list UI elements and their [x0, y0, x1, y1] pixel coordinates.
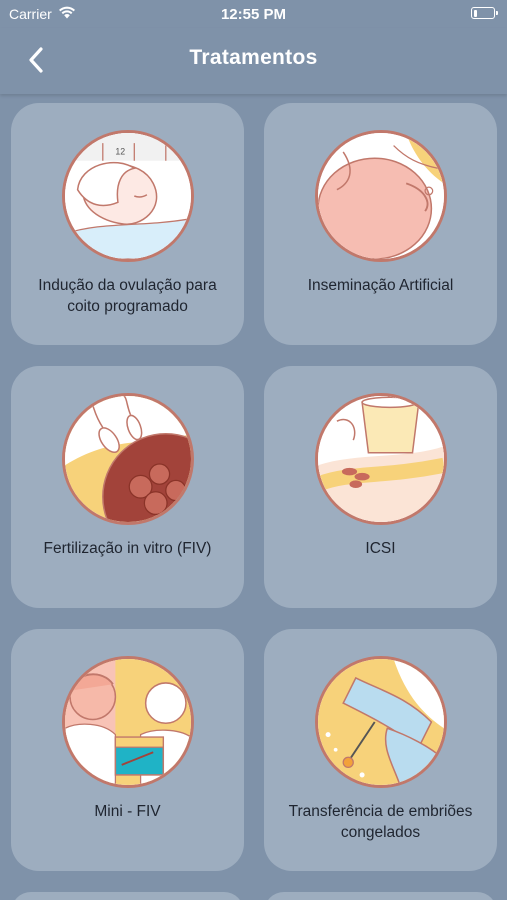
- sperm-close-up-illustration: [314, 130, 447, 262]
- battery-icon: [471, 7, 498, 19]
- status-bar: Carrier 12:55 PM: [0, 0, 507, 28]
- treatment-card-partial[interactable]: [11, 892, 244, 900]
- treatment-label: ICSI: [365, 540, 396, 557]
- treatment-card-artificial-insemination[interactable]: Inseminação Artificial: [264, 103, 497, 345]
- treatment-card-frozen-embryo-transfer[interactable]: Transferência de embriões congelados: [264, 629, 497, 871]
- gloved-hands-pipette-illustration: [314, 656, 447, 788]
- treatment-label: Fertilização in vitro (FIV): [43, 540, 212, 557]
- page-title: Tratamentos: [189, 46, 318, 69]
- treatment-card-ovulation-induction[interactable]: 12 Indução da ovulação para coito progra…: [11, 103, 244, 345]
- status-time: 12:55 PM: [220, 6, 287, 23]
- treatment-card-ivf[interactable]: Fertilização in vitro (FIV): [11, 366, 244, 608]
- treatment-label: Indução da ovulação para coito programad…: [38, 277, 217, 315]
- navigation-bar: Tratamentos: [0, 28, 507, 94]
- treatment-card-partial[interactable]: [264, 892, 497, 900]
- lab-dish-illustration: [314, 393, 447, 525]
- svg-text:12: 12: [115, 146, 125, 156]
- treatment-label: Transferência de embriões congelados: [288, 803, 473, 841]
- woman-calendar-illustration: 12: [61, 130, 194, 262]
- treatment-label: Inseminação Artificial: [307, 277, 454, 294]
- couple-doctor-illustration: [61, 656, 194, 788]
- treatment-card-mini-ivf[interactable]: Mini - FIV: [11, 629, 244, 871]
- treatment-card-icsi[interactable]: ICSI: [264, 366, 497, 608]
- battery-level: [473, 9, 478, 17]
- treatment-label: Mini - FIV: [94, 803, 161, 820]
- sperm-egg-illustration: [61, 393, 194, 525]
